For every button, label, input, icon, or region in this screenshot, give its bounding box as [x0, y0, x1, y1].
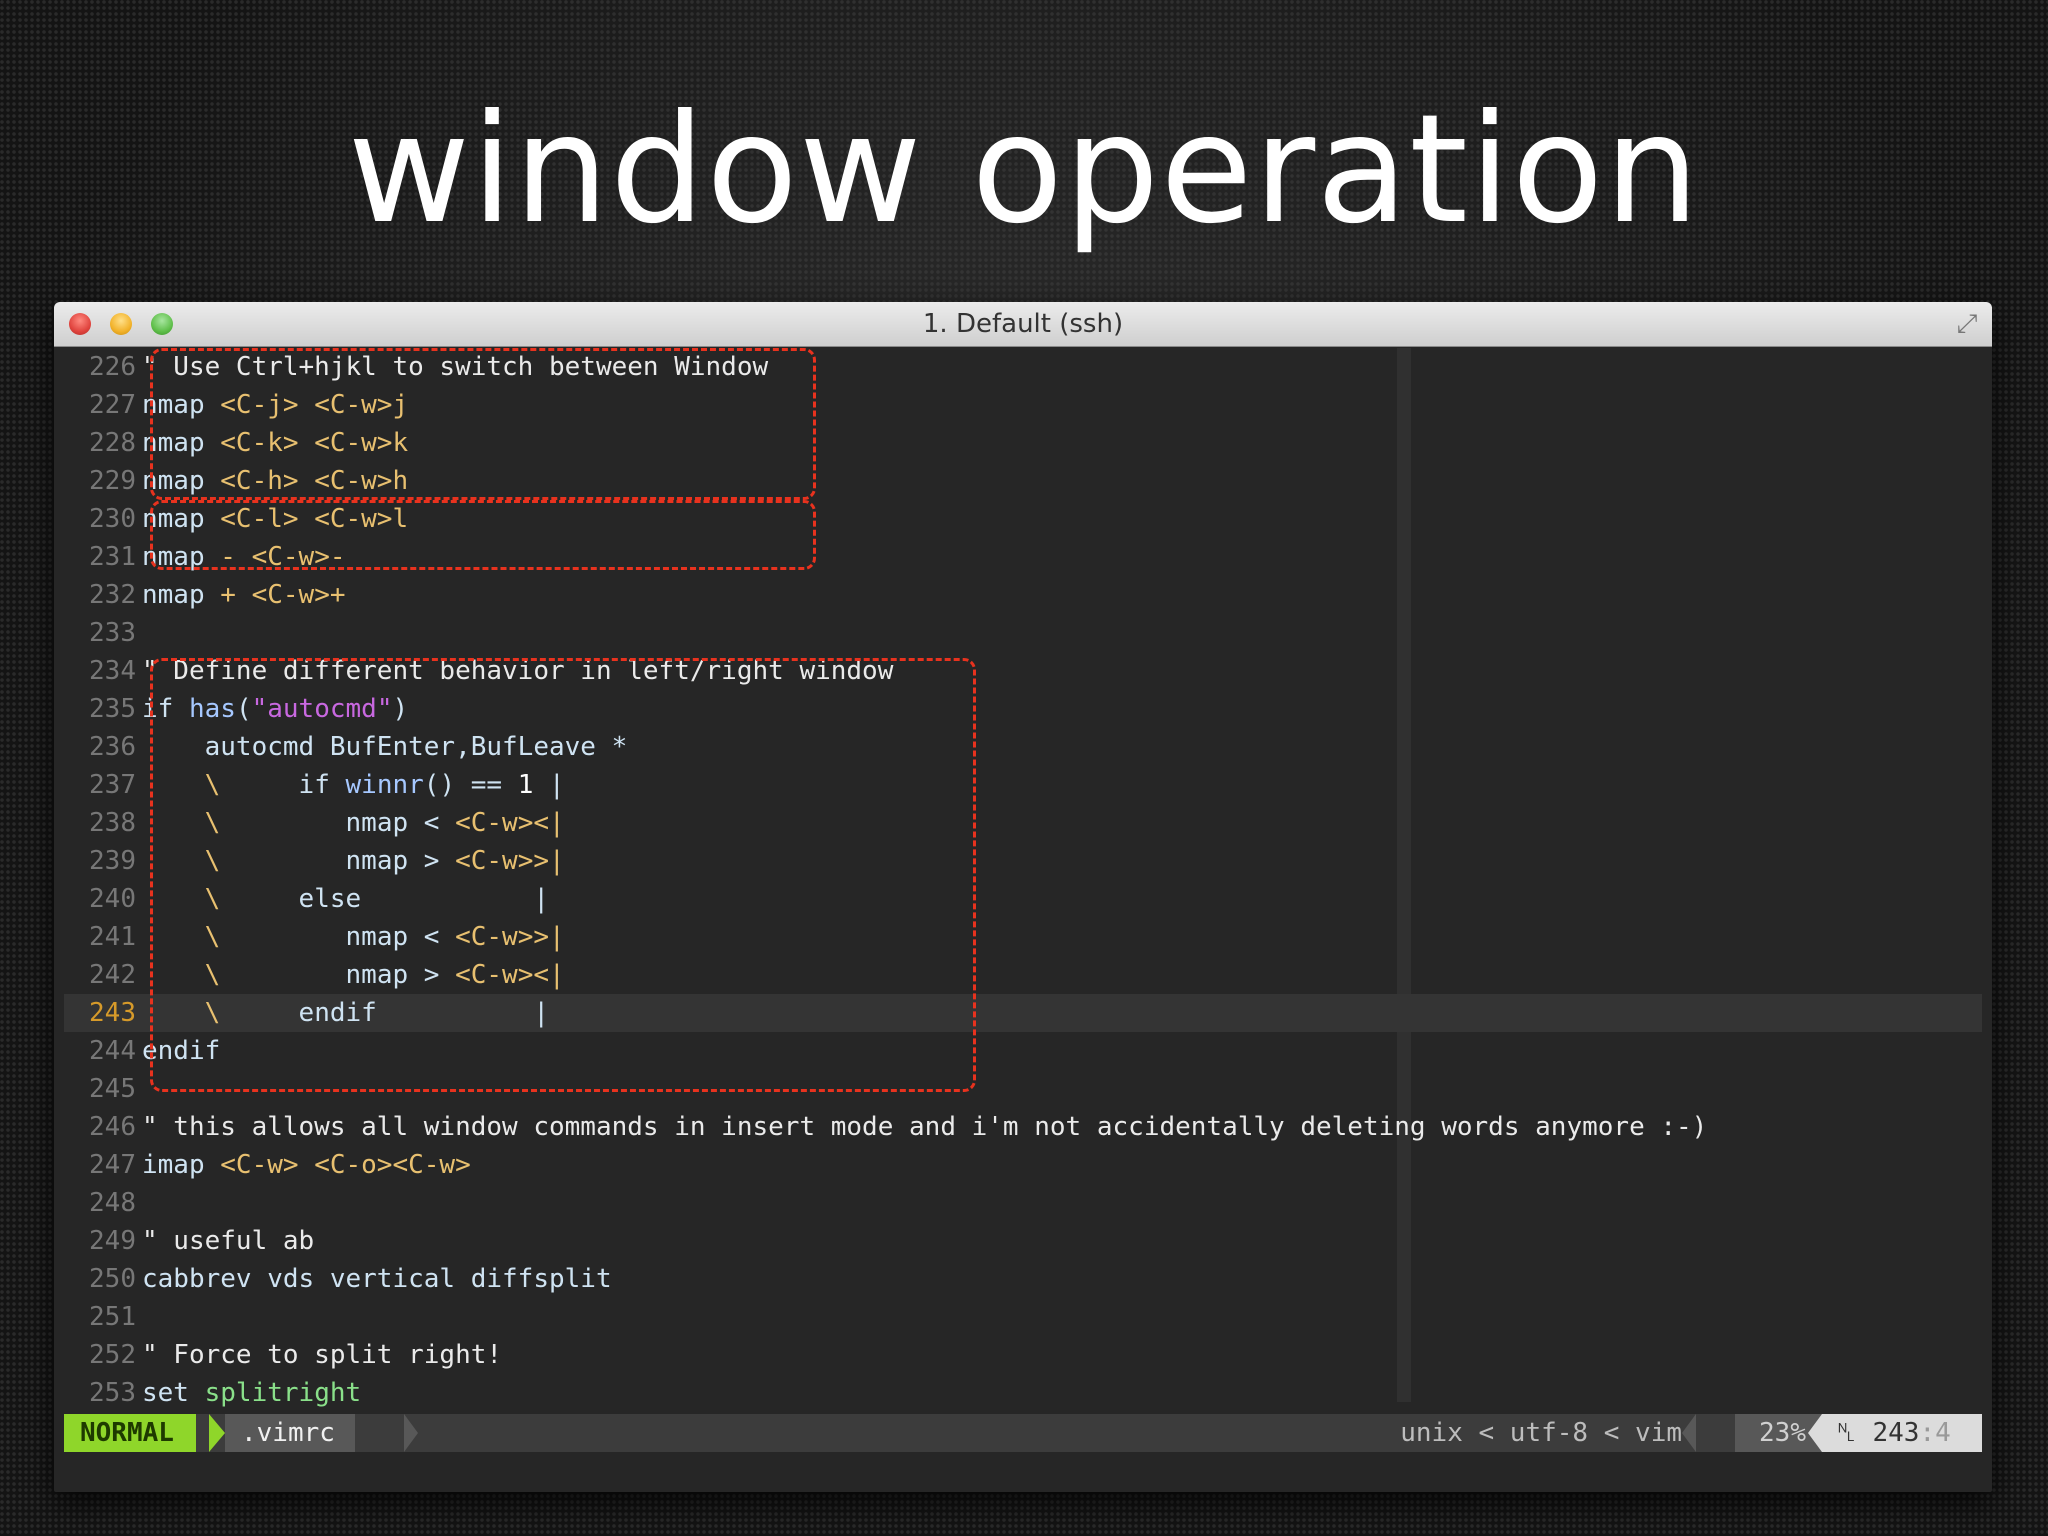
line-number: 231 — [89, 542, 136, 572]
line-number: 238 — [89, 808, 136, 838]
code-token: cabbrev vds vertical diffsplit — [142, 1264, 612, 1294]
powerline-arrow-icon — [209, 1414, 225, 1452]
line-number: 245 — [89, 1074, 136, 1104]
line-number: 237 — [89, 770, 136, 800]
code-token: splitright — [204, 1378, 362, 1408]
cursor-column: :4 — [1919, 1418, 1951, 1448]
code-text: " Force to split right! — [142, 1336, 502, 1374]
code-line[interactable]: 246 " this allows all window commands in … — [64, 1108, 1982, 1146]
code-line[interactable]: 233 — [64, 614, 1982, 652]
code-text: set splitright — [142, 1374, 361, 1412]
line-number: 239 — [89, 846, 136, 876]
code-line[interactable]: 248 — [64, 1184, 1982, 1222]
code-text: cabbrev vds vertical diffsplit — [142, 1260, 612, 1298]
code-text: nmap + <C-w>+ — [142, 576, 346, 614]
code-token: nmap — [142, 580, 205, 610]
line-number: 236 — [89, 732, 136, 762]
code-token: <C-w> <C-o><C-w> — [204, 1150, 471, 1180]
code-line[interactable]: 232 nmap + <C-w>+ — [64, 576, 1982, 614]
code-line[interactable]: 251 — [64, 1298, 1982, 1336]
line-number: 252 — [89, 1340, 136, 1370]
code-line[interactable]: 247 imap <C-w> <C-o><C-w> — [64, 1146, 1982, 1184]
highlight-box-autocmd — [150, 658, 976, 1092]
line-number: 253 — [89, 1378, 136, 1408]
line-number: 244 — [89, 1036, 136, 1066]
line-number: 226 — [89, 352, 136, 382]
powerline-arrow-icon — [1682, 1414, 1696, 1452]
code-token: " Force to split right! — [142, 1340, 503, 1370]
powerline-arrow-icon — [404, 1414, 418, 1452]
filename: .vimrc — [225, 1414, 355, 1452]
line-number: 232 — [89, 580, 136, 610]
highlight-box-window-resize — [150, 500, 816, 570]
fullscreen-icon[interactable]: ⤢ — [1952, 309, 1982, 339]
line-number-icon: ␤ — [1836, 1418, 1857, 1448]
line-number: 240 — [89, 884, 136, 914]
vim-statusline: NORMAL .vimrc unix < utf-8 < vim 23% ␤ 2… — [64, 1414, 1982, 1452]
code-line[interactable]: 253 set splitright — [64, 1374, 1982, 1412]
code-text: " useful ab — [142, 1222, 314, 1260]
line-number: 243 — [89, 998, 136, 1028]
cursor-line: 243 — [1872, 1418, 1920, 1448]
code-token: + <C-w>+ — [204, 580, 346, 610]
file-encoding: unix < utf-8 < vim — [1400, 1418, 1682, 1448]
line-number: 241 — [89, 922, 136, 952]
terminal-window: 1. Default (ssh) ⤢ 226 " Use Ctrl+hjkl to… — [54, 302, 1992, 1492]
powerline-arrow-icon — [1808, 1414, 1822, 1452]
line-number: 246 — [89, 1112, 136, 1142]
code-line[interactable]: 250 cabbrev vds vertical diffsplit — [64, 1260, 1982, 1298]
code-line[interactable]: 252 " Force to split right! — [64, 1336, 1982, 1374]
line-number: 234 — [89, 656, 136, 686]
line-number: 230 — [89, 504, 136, 534]
code-token: " this allows all window commands in ins… — [142, 1112, 1708, 1142]
line-number: 242 — [89, 960, 136, 990]
window-title: 1. Default (ssh) — [922, 309, 1124, 339]
line-number: 227 — [89, 390, 136, 420]
code-token: imap — [142, 1150, 205, 1180]
line-number: 228 — [89, 428, 136, 458]
line-number: 250 — [89, 1264, 136, 1294]
code-token: " useful ab — [142, 1226, 315, 1256]
line-number: 249 — [89, 1226, 136, 1256]
line-number: 229 — [89, 466, 136, 496]
line-number: 233 — [89, 618, 136, 648]
line-number: 235 — [89, 694, 136, 724]
mode-indicator: NORMAL — [64, 1414, 196, 1452]
highlight-box-window-switch — [150, 348, 816, 500]
vim-command-line[interactable] — [64, 1454, 1982, 1492]
code-line[interactable]: 249 " useful ab — [64, 1222, 1982, 1260]
line-number: 248 — [89, 1188, 136, 1218]
code-token: set — [142, 1378, 205, 1408]
line-number: 247 — [89, 1150, 136, 1180]
code-text: " this allows all window commands in ins… — [142, 1108, 1707, 1146]
window-titlebar[interactable]: 1. Default (ssh) ⤢ — [54, 302, 1992, 347]
slide-title: window operation — [347, 83, 1701, 257]
vim-editor[interactable]: 226 " Use Ctrl+hjkl to switch between Win… — [64, 348, 1982, 1418]
code-text: imap <C-w> <C-o><C-w> — [142, 1146, 471, 1184]
line-number: 251 — [89, 1302, 136, 1332]
cursor-position: ␤ 243:4 — [1822, 1414, 1982, 1452]
